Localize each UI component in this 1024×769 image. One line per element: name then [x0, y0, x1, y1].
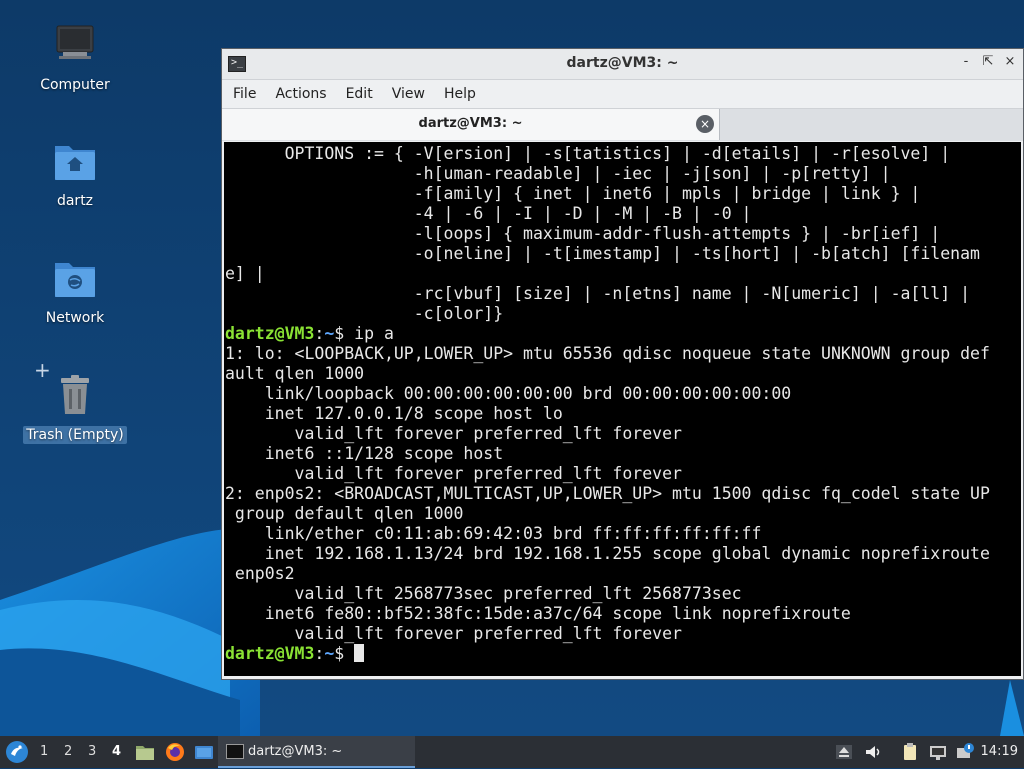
home-folder-icon — [51, 138, 99, 186]
terminal-window: >_ dartz@VM3: ~ - ⇱ × File Actions Edit … — [221, 48, 1024, 680]
clock[interactable]: 14:19 — [981, 744, 1018, 759]
tab-label: dartz@VM3: ~ — [418, 116, 523, 131]
window-titlebar[interactable]: >_ dartz@VM3: ~ - ⇱ × — [222, 49, 1023, 80]
menu-view[interactable]: View — [387, 82, 435, 106]
prompt-symbol: $ — [334, 644, 355, 663]
workspace-3[interactable]: 3 — [88, 744, 96, 759]
volume-icon[interactable] — [863, 742, 883, 762]
prompt-user: dartz@VM3 — [225, 644, 315, 663]
close-button[interactable]: × — [1003, 54, 1017, 69]
files-icon[interactable] — [134, 741, 156, 763]
desktop-icon-computer[interactable]: Computer — [20, 22, 130, 94]
workspace-1[interactable]: 1 — [40, 744, 48, 759]
network-icon[interactable] — [928, 742, 948, 762]
menu-file[interactable]: File — [228, 82, 266, 106]
prompt-separator: : — [314, 644, 325, 663]
window-title: dartz@VM3: ~ — [566, 55, 679, 71]
desktop-icon-label: dartz — [56, 193, 94, 209]
firefox-icon[interactable] — [164, 741, 186, 763]
taskbar-item-label: dartz@VM3: ~ — [248, 744, 343, 759]
taskbar: 1 2 3 4 dartz@VM3: ~ 14:19 — [0, 736, 1024, 768]
menu-edit[interactable]: Edit — [341, 82, 383, 106]
taskbar-item-terminal[interactable]: dartz@VM3: ~ — [218, 736, 415, 768]
update-icon[interactable] — [955, 742, 975, 762]
network-folder-icon — [51, 255, 99, 303]
desktop-icon-label: Network — [45, 310, 105, 326]
prompt-symbol: $ — [334, 324, 355, 343]
terminal-output[interactable]: OPTIONS := { -V[ersion] | -s[tatistics] … — [224, 142, 1021, 676]
menu-actions[interactable]: Actions — [270, 82, 336, 106]
desktop-icon-network[interactable]: Network — [20, 255, 130, 327]
terminal-cursor — [354, 644, 365, 662]
prompt-separator: : — [314, 324, 325, 343]
menu-bar: File Actions Edit View Help — [222, 80, 1023, 108]
tab-terminal[interactable]: dartz@VM3: ~ × — [222, 109, 720, 140]
desktop-icon-label: Computer — [40, 77, 110, 93]
terminal-text-block: OPTIONS := { -V[ersion] | -s[tatistics] … — [225, 144, 980, 323]
desktop-icon-home[interactable]: dartz — [20, 138, 130, 210]
show-desktop-icon[interactable] — [193, 741, 215, 763]
workspace-4[interactable]: 4 — [112, 744, 121, 759]
computer-icon — [51, 22, 99, 70]
eject-icon[interactable] — [834, 742, 854, 762]
start-menu-icon[interactable] — [4, 739, 30, 765]
trash-icon — [51, 372, 99, 420]
terminal-command: ip a — [354, 324, 394, 343]
terminal-text-block: 1: lo: <LOOPBACK,UP,LOWER_UP> mtu 65536 … — [225, 344, 990, 643]
prompt-path: ~ — [324, 644, 335, 663]
restore-button[interactable]: ⇱ — [981, 54, 995, 69]
desktop-icon-label: Trash (Empty) — [23, 426, 127, 444]
workspace-2[interactable]: 2 — [64, 744, 72, 759]
desktop-icon-trash[interactable]: Trash (Empty) — [20, 372, 130, 444]
prompt-path: ~ — [324, 324, 335, 343]
terminal-app-icon — [226, 744, 244, 759]
minimize-button[interactable]: - — [959, 54, 973, 69]
tab-close-icon[interactable]: × — [696, 115, 714, 133]
prompt-user: dartz@VM3 — [225, 324, 315, 343]
menu-help[interactable]: Help — [439, 82, 486, 106]
clipboard-icon[interactable] — [900, 742, 920, 762]
tab-bar: dartz@VM3: ~ × — [222, 108, 1023, 141]
